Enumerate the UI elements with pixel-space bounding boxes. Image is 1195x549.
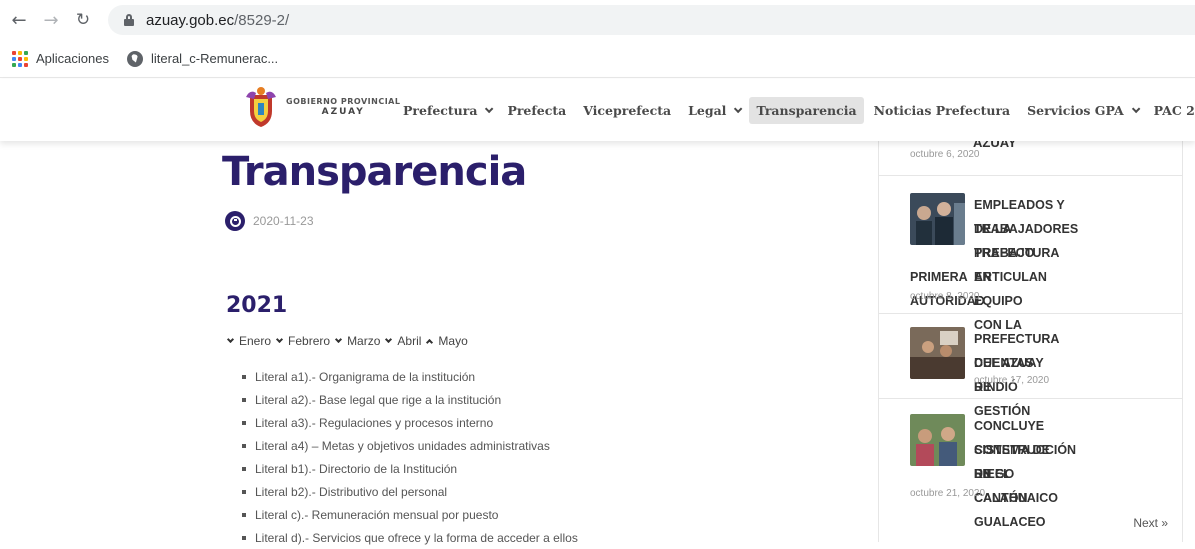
chevron-down-icon: [335, 335, 343, 344]
url-domain: azuay.gob.ec: [146, 11, 235, 29]
chevron-down-icon: [226, 335, 235, 344]
post-date-row: 2020-11-23: [225, 211, 314, 231]
month-label: Mayo: [438, 334, 468, 348]
logo-line-2: AZUAY: [321, 107, 365, 117]
chevron-down-icon: [734, 104, 743, 113]
url-path: /8529-2/: [234, 11, 290, 29]
bookmark-label: Aplicaciones: [36, 51, 109, 66]
menu-item-legal[interactable]: Legal: [681, 97, 746, 124]
post-title-line: CUENTAS DE GESTIÓN: [974, 356, 1034, 418]
page-title: Transparencia: [222, 149, 527, 195]
chevron-up-icon: [426, 338, 434, 347]
post-thumbnail: [910, 414, 965, 466]
list-item[interactable]: Literal c).- Remuneración mensual por pu…: [242, 503, 578, 526]
month-tab-febrero[interactable]: Febrero: [275, 334, 330, 348]
post-thumbnail: [910, 327, 965, 379]
list-item[interactable]: Literal b1).- Directorio de la Instituci…: [242, 457, 578, 480]
chevron-down-icon: [1131, 104, 1141, 113]
menu-label: Prefecta: [507, 103, 567, 118]
menu-item-prefectura[interactable]: Prefectura: [396, 97, 497, 124]
address-bar[interactable]: azuay.gob.ec/8529-2/: [108, 5, 1195, 35]
month-label: Abril: [397, 334, 422, 348]
post-date: octubre 17, 2020: [974, 375, 1050, 386]
list-item[interactable]: Literal a4) – Metas y objetivos unidades…: [242, 434, 578, 457]
menu-label: Prefectura: [403, 103, 478, 118]
coat-of-arms-icon: [246, 87, 276, 127]
bookmarks-bar: Aplicaciones literal_c-Remunerac...: [0, 40, 1195, 78]
back-arrow-icon[interactable]: ←: [8, 9, 30, 31]
post-date: octubre 8, 2020: [910, 291, 980, 302]
menu-item-prefecta[interactable]: Prefecta: [500, 97, 573, 124]
reload-icon[interactable]: ↻: [72, 9, 94, 31]
site-logo[interactable]: GOBIERNO PROVINCIAL AZUAY: [244, 85, 400, 129]
list-item[interactable]: Literal b2).- Distributivo del personal: [242, 480, 578, 503]
divider: [879, 313, 1182, 314]
logo-text: GOBIERNO PROVINCIAL AZUAY: [286, 97, 400, 117]
post-date: 2020-11-23: [253, 214, 314, 228]
bookmark-literal-c[interactable]: literal_c-Remunerac...: [127, 50, 279, 67]
main-content: Transparencia 2020-11-23 2021 Enero Febr…: [0, 141, 1195, 545]
menu-label: Servicios GPA: [1027, 103, 1124, 118]
bookmark-label: literal_c-Remunerac...: [151, 51, 279, 66]
menu-label: Transparencia: [756, 103, 857, 118]
next-page-link[interactable]: Next »: [1133, 516, 1168, 530]
month-tabs: Enero Febrero Marzo Abril Mayo: [226, 334, 472, 348]
menu-label: PAC 2021: [1153, 103, 1195, 118]
menu-label: Legal: [688, 103, 727, 118]
logo-line-1: GOBIERNO PROVINCIAL: [286, 97, 401, 106]
menu-item-pac-2021[interactable]: PAC 2021: [1147, 97, 1195, 124]
month-tab-mayo[interactable]: Mayo: [425, 334, 468, 348]
literal-list: Literal a1).- Organigrama de la instituc…: [242, 365, 578, 549]
month-tab-enero[interactable]: Enero: [226, 334, 271, 348]
main-menu: Prefectura Prefecta Viceprefecta Legal T…: [396, 97, 1195, 124]
post-title-line: PRIMERA AUTORIDAD: [910, 270, 985, 308]
menu-label: Noticias Prefectura: [873, 103, 1011, 118]
recent-posts-sidebar: AZUAY octubre 6, 2020 EMPLEADOS Y TRABAJ…: [878, 141, 1183, 542]
menu-item-transparencia[interactable]: Transparencia: [749, 97, 864, 124]
list-item[interactable]: Literal a2).- Base legal que rige a la i…: [242, 388, 578, 411]
lock-icon: [124, 14, 134, 26]
globe-icon: [127, 50, 143, 67]
chevron-down-icon: [385, 335, 393, 344]
year-heading: 2021: [226, 293, 288, 318]
post-thumbnail: [910, 193, 965, 245]
post-date: octubre 6, 2020: [910, 149, 980, 160]
bookmark-apps[interactable]: Aplicaciones: [12, 50, 109, 67]
list-item[interactable]: Literal a1).- Organigrama de la instituc…: [242, 365, 578, 388]
clock-icon: [225, 211, 245, 231]
divider: [879, 398, 1182, 399]
month-tab-marzo[interactable]: Marzo: [334, 334, 380, 348]
chevron-down-icon: [485, 104, 494, 113]
apps-grid-icon: [12, 50, 28, 67]
menu-item-servicios-gpa[interactable]: Servicios GPA: [1020, 97, 1144, 124]
month-label: Enero: [239, 334, 272, 348]
browser-toolbar: ← → ↻ azuay.gob.ec/8529-2/: [0, 0, 1195, 40]
list-item[interactable]: Literal d).- Servicios que ofrece y la f…: [242, 526, 578, 549]
post-date: octubre 21, 2020: [910, 488, 986, 499]
menu-item-viceprefecta[interactable]: Viceprefecta: [576, 97, 678, 124]
chevron-down-icon: [275, 335, 284, 344]
menu-label: Viceprefecta: [583, 103, 672, 118]
site-header: GOBIERNO PROVINCIAL AZUAY Prefectura Pre…: [0, 79, 1195, 141]
list-item[interactable]: Literal a3).- Regulaciones y procesos in…: [242, 411, 578, 434]
month-tab-abril[interactable]: Abril: [384, 334, 421, 348]
forward-arrow-icon[interactable]: →: [40, 9, 62, 31]
menu-item-noticias-prefectura[interactable]: Noticias Prefectura: [867, 97, 1018, 124]
month-label: Febrero: [288, 334, 331, 348]
month-label: Marzo: [347, 334, 381, 348]
divider: [879, 175, 1182, 176]
